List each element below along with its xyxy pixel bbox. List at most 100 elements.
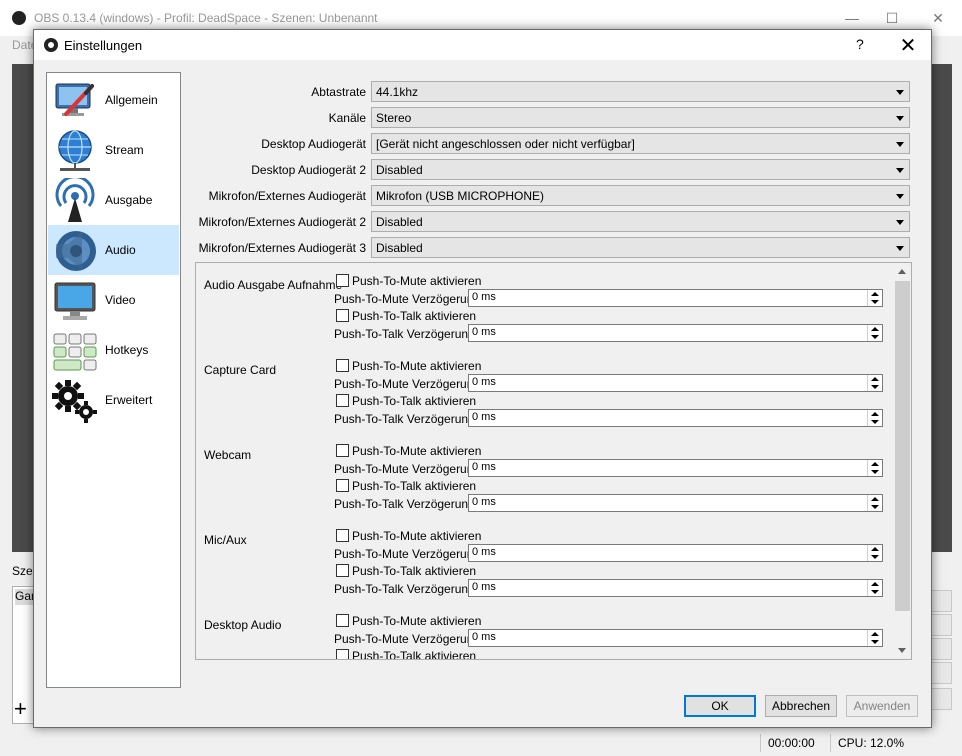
- scene-item[interactable]: Gar: [15, 589, 35, 605]
- main-side-button[interactable]: [930, 590, 952, 612]
- spin-buttons[interactable]: [867, 545, 882, 561]
- spin-buttons[interactable]: [867, 460, 882, 476]
- scroll-down-icon[interactable]: [898, 648, 906, 653]
- push-to-mute-checkbox[interactable]: [336, 359, 349, 372]
- dialog-close-button[interactable]: ✕: [898, 33, 918, 58]
- sidebar-item-ausgabe[interactable]: Ausgabe: [48, 175, 179, 225]
- chevron-down-icon: [896, 90, 904, 95]
- push-to-talk-checkbox[interactable]: [336, 564, 349, 577]
- push-to-mute-label[interactable]: Push-To-Mute aktivieren: [352, 359, 481, 373]
- sidebar-item-label: Hotkeys: [105, 343, 149, 357]
- push-to-mute-delay-label: Push-To-Mute Verzögerung: [334, 632, 481, 646]
- push-to-talk-label[interactable]: Push-To-Talk aktivieren: [352, 564, 476, 578]
- push-to-talk-checkbox[interactable]: [336, 394, 349, 407]
- sample-rate-select[interactable]: 44.1khz: [371, 81, 910, 102]
- push-to-mute-delay-spinbox[interactable]: 0 ms: [468, 629, 883, 647]
- spin-down-icon[interactable]: [871, 505, 879, 509]
- minimize-icon[interactable]: —: [842, 8, 862, 28]
- channels-select[interactable]: Stereo: [371, 107, 910, 128]
- hotkey-scroll-area[interactable]: Audio Ausgabe Aufnahme Push-To-Mute akti…: [195, 262, 912, 660]
- device-label: Desktop Audio: [204, 618, 282, 632]
- main-side-button[interactable]: [930, 614, 952, 636]
- add-scene-button[interactable]: +: [14, 696, 27, 722]
- push-to-mute-checkbox[interactable]: [336, 274, 349, 287]
- spin-up-icon[interactable]: [871, 632, 879, 636]
- scrollbar-thumb[interactable]: [895, 281, 910, 611]
- push-to-talk-delay-spinbox[interactable]: 0 ms: [468, 324, 883, 342]
- spinbox-value: 0 ms: [472, 496, 496, 508]
- maximize-icon[interactable]: ☐: [882, 8, 902, 28]
- push-to-mute-delay-spinbox[interactable]: 0 ms: [468, 544, 883, 562]
- push-to-talk-label[interactable]: Push-To-Talk aktivieren: [352, 394, 476, 408]
- spin-up-icon[interactable]: [871, 377, 879, 381]
- main-side-button[interactable]: [930, 662, 952, 684]
- spin-buttons[interactable]: [867, 630, 882, 646]
- spin-buttons[interactable]: [867, 580, 882, 596]
- push-to-talk-checkbox[interactable]: [336, 309, 349, 322]
- main-side-button[interactable]: [930, 638, 952, 660]
- main-side-button[interactable]: [930, 688, 952, 710]
- spin-down-icon[interactable]: [871, 420, 879, 424]
- sidebar-item-erweitert[interactable]: Erweitert: [48, 375, 179, 425]
- push-to-talk-delay-spinbox[interactable]: 0 ms: [468, 579, 883, 597]
- push-to-mute-label[interactable]: Push-To-Mute aktivieren: [352, 274, 481, 288]
- sidebar-item-stream[interactable]: Stream: [48, 125, 179, 175]
- push-to-talk-label[interactable]: Push-To-Talk aktivieren: [352, 649, 476, 659]
- spin-buttons[interactable]: [867, 410, 882, 426]
- push-to-mute-label[interactable]: Push-To-Mute aktivieren: [352, 529, 481, 543]
- chevron-down-icon: [896, 220, 904, 225]
- spin-down-icon[interactable]: [871, 590, 879, 594]
- sidebar-item-allgemein[interactable]: Allgemein: [48, 75, 179, 125]
- push-to-talk-label[interactable]: Push-To-Talk aktivieren: [352, 479, 476, 493]
- spin-up-icon[interactable]: [871, 327, 879, 331]
- sidebar-item-video[interactable]: Video: [48, 275, 179, 325]
- spin-buttons[interactable]: [867, 290, 882, 306]
- spin-down-icon[interactable]: [871, 300, 879, 304]
- mic-select[interactable]: Mikrofon (USB MICROPHONE): [371, 185, 910, 206]
- vertical-scrollbar[interactable]: [894, 263, 911, 659]
- help-button[interactable]: ?: [856, 36, 864, 52]
- push-to-mute-checkbox[interactable]: [336, 444, 349, 457]
- sidebar-item-hotkeys[interactable]: Hotkeys: [48, 325, 179, 375]
- push-to-mute-label[interactable]: Push-To-Mute aktivieren: [352, 614, 481, 628]
- spin-buttons[interactable]: [867, 495, 882, 511]
- spin-up-icon[interactable]: [871, 497, 879, 501]
- chevron-down-icon: [896, 116, 904, 121]
- push-to-talk-delay-spinbox[interactable]: 0 ms: [468, 494, 883, 512]
- cancel-button[interactable]: Abbrechen: [765, 695, 837, 717]
- push-to-talk-delay-spinbox[interactable]: 0 ms: [468, 409, 883, 427]
- spin-down-icon[interactable]: [871, 470, 879, 474]
- spin-up-icon[interactable]: [871, 582, 879, 586]
- apply-button[interactable]: Anwenden: [846, 695, 918, 717]
- spin-down-icon[interactable]: [871, 385, 879, 389]
- push-to-talk-checkbox[interactable]: [336, 649, 349, 659]
- push-to-talk-checkbox[interactable]: [336, 479, 349, 492]
- spin-up-icon[interactable]: [871, 292, 879, 296]
- push-to-talk-label[interactable]: Push-To-Talk aktivieren: [352, 309, 476, 323]
- spin-up-icon[interactable]: [871, 462, 879, 466]
- mic-3-select[interactable]: Disabled: [371, 237, 910, 258]
- sidebar-item-audio[interactable]: Audio: [48, 225, 179, 275]
- status-time: 00:00:00: [768, 736, 815, 750]
- push-to-mute-delay-spinbox[interactable]: 0 ms: [468, 289, 883, 307]
- spin-buttons[interactable]: [867, 375, 882, 391]
- spin-down-icon[interactable]: [871, 640, 879, 644]
- spin-up-icon[interactable]: [871, 547, 879, 551]
- spinbox-value: 0 ms: [472, 326, 496, 338]
- mic-2-select[interactable]: Disabled: [371, 211, 910, 232]
- spin-down-icon[interactable]: [871, 555, 879, 559]
- desktop-audio-select[interactable]: [Gerät nicht angeschlossen oder nicht ve…: [371, 133, 910, 154]
- push-to-mute-delay-spinbox[interactable]: 0 ms: [468, 374, 883, 392]
- spin-buttons[interactable]: [867, 325, 882, 341]
- push-to-mute-label[interactable]: Push-To-Mute aktivieren: [352, 444, 481, 458]
- spin-down-icon[interactable]: [871, 335, 879, 339]
- scroll-up-icon[interactable]: [898, 269, 906, 274]
- main-close-icon[interactable]: ✕: [928, 8, 948, 28]
- spin-up-icon[interactable]: [871, 412, 879, 416]
- sidebar-item-label: Audio: [105, 243, 136, 257]
- push-to-mute-checkbox[interactable]: [336, 614, 349, 627]
- desktop-audio-2-select[interactable]: Disabled: [371, 159, 910, 180]
- ok-button[interactable]: OK: [684, 695, 756, 717]
- push-to-mute-delay-spinbox[interactable]: 0 ms: [468, 459, 883, 477]
- push-to-mute-checkbox[interactable]: [336, 529, 349, 542]
